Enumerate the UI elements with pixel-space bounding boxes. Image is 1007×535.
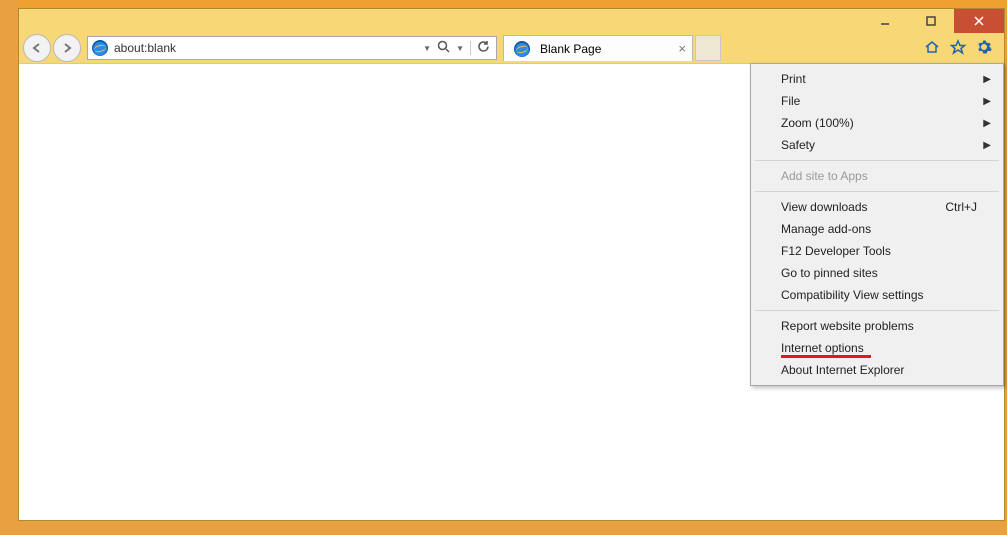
menu-report-website-problems[interactable]: Report website problems bbox=[753, 315, 1001, 337]
menu-separator bbox=[755, 160, 999, 161]
tools-button[interactable] bbox=[976, 39, 992, 58]
menu-label: Add site to Apps bbox=[781, 169, 868, 183]
maximize-icon bbox=[925, 15, 937, 27]
tab-close-button[interactable]: × bbox=[678, 41, 686, 56]
separator bbox=[470, 41, 471, 55]
submenu-arrow-icon: ▶ bbox=[983, 96, 991, 107]
menu-file[interactable]: File ▶ bbox=[753, 90, 1001, 112]
browser-tab[interactable]: Blank Page × bbox=[503, 35, 693, 61]
back-button[interactable] bbox=[23, 34, 51, 62]
arrow-left-icon bbox=[30, 41, 44, 55]
menu-go-to-pinned-sites[interactable]: Go to pinned sites bbox=[753, 262, 1001, 284]
menu-internet-options[interactable]: Internet options bbox=[753, 337, 1001, 359]
menu-label: File bbox=[781, 94, 800, 108]
menu-manage-addons[interactable]: Manage add-ons bbox=[753, 218, 1001, 240]
menu-label: Internet options bbox=[781, 341, 864, 355]
menu-label: Report website problems bbox=[781, 319, 914, 333]
url-input[interactable] bbox=[112, 38, 417, 58]
menu-zoom[interactable]: Zoom (100%) ▶ bbox=[753, 112, 1001, 134]
address-bar[interactable]: ▼ ▼ bbox=[87, 36, 497, 60]
menu-about-internet-explorer[interactable]: About Internet Explorer bbox=[753, 359, 1001, 381]
home-icon bbox=[924, 39, 940, 55]
ie-logo-icon bbox=[92, 40, 108, 56]
desktop-background-bottom bbox=[0, 521, 1007, 535]
refresh-button[interactable] bbox=[477, 40, 490, 56]
window-controls bbox=[862, 9, 1004, 33]
menu-separator bbox=[755, 310, 999, 311]
tools-menu: Print ▶ File ▶ Zoom (100%) ▶ Safety ▶ Ad… bbox=[750, 63, 1004, 386]
menu-shortcut: Ctrl+J bbox=[945, 200, 977, 214]
submenu-arrow-icon: ▶ bbox=[983, 74, 991, 85]
search-icon bbox=[437, 40, 450, 53]
ie-window: ▼ ▼ Blank Page × bbox=[18, 8, 1005, 521]
menu-f12-developer-tools[interactable]: F12 Developer Tools bbox=[753, 240, 1001, 262]
close-icon bbox=[973, 15, 985, 27]
home-button[interactable] bbox=[924, 39, 940, 58]
menu-label: Manage add-ons bbox=[781, 222, 871, 236]
menu-label: Compatibility View settings bbox=[781, 288, 924, 302]
refresh-icon bbox=[477, 40, 490, 53]
menu-label: F12 Developer Tools bbox=[781, 244, 891, 258]
menu-label: Go to pinned sites bbox=[781, 266, 878, 280]
menu-compatibility-view-settings[interactable]: Compatibility View settings bbox=[753, 284, 1001, 306]
new-tab-button[interactable] bbox=[695, 35, 721, 61]
search-button[interactable] bbox=[437, 40, 450, 56]
menu-safety[interactable]: Safety ▶ bbox=[753, 134, 1001, 156]
submenu-arrow-icon: ▶ bbox=[983, 140, 991, 151]
menu-label: Safety bbox=[781, 138, 815, 152]
close-button[interactable] bbox=[954, 9, 1004, 33]
star-icon bbox=[950, 39, 966, 55]
ie-logo-icon bbox=[514, 41, 530, 57]
submenu-arrow-icon: ▶ bbox=[983, 118, 991, 129]
minimize-icon bbox=[879, 15, 891, 27]
tab-title: Blank Page bbox=[540, 42, 601, 56]
annotation-highlight bbox=[781, 355, 871, 358]
forward-button[interactable] bbox=[53, 34, 81, 62]
menu-label: About Internet Explorer bbox=[781, 363, 904, 377]
arrow-right-icon bbox=[60, 41, 74, 55]
maximize-button[interactable] bbox=[908, 9, 954, 33]
titlebar[interactable] bbox=[19, 9, 1004, 33]
navigation-bar: ▼ ▼ Blank Page × bbox=[19, 33, 1004, 63]
menu-print[interactable]: Print ▶ bbox=[753, 68, 1001, 90]
gear-icon bbox=[976, 39, 992, 55]
favorites-button[interactable] bbox=[950, 39, 966, 58]
minimize-button[interactable] bbox=[862, 9, 908, 33]
menu-label: Print bbox=[781, 72, 806, 86]
toolbar-icons bbox=[924, 39, 1000, 58]
search-provider-dropdown-icon[interactable]: ▼ bbox=[456, 44, 464, 53]
menu-separator bbox=[755, 191, 999, 192]
address-bar-controls: ▼ ▼ bbox=[417, 40, 496, 56]
menu-label: View downloads bbox=[781, 200, 868, 214]
history-dropdown-icon[interactable]: ▼ bbox=[423, 44, 431, 53]
desktop-background-left bbox=[0, 0, 18, 535]
menu-add-site-to-apps: Add site to Apps bbox=[753, 165, 1001, 187]
menu-view-downloads[interactable]: View downloads Ctrl+J bbox=[753, 196, 1001, 218]
menu-label: Zoom (100%) bbox=[781, 116, 854, 130]
